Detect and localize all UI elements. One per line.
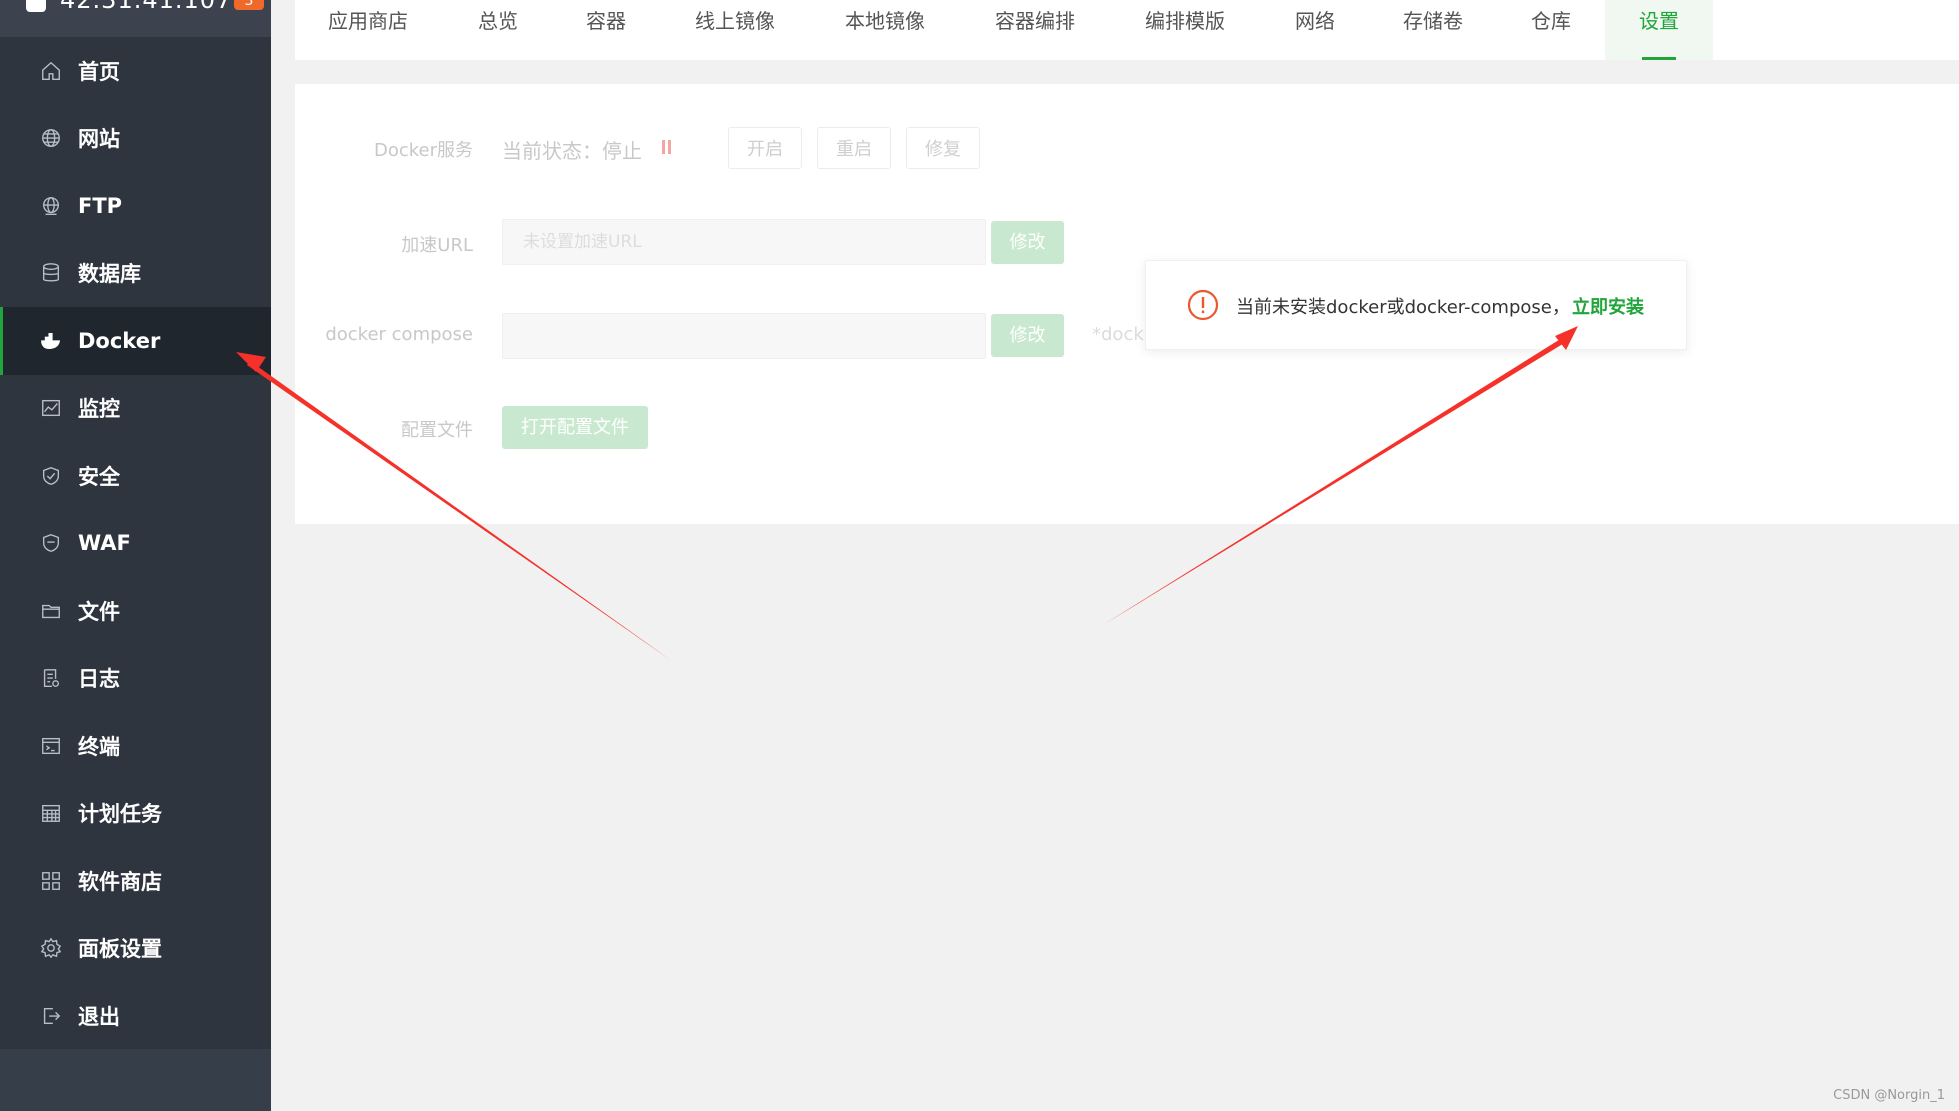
sidebar-item-label: 终端 <box>78 734 120 759</box>
sidebar-header: 42.31.41.107 3 <box>0 0 271 37</box>
home-icon <box>40 60 62 82</box>
sidebar-item-database[interactable]: 数据库 <box>0 240 271 308</box>
accel-url-input[interactable]: 未设置加速URL <box>502 219 986 265</box>
calendar-icon <box>40 802 62 824</box>
docker-compose-modify-button[interactable]: 修改 <box>991 314 1064 357</box>
docker-compose-input[interactable] <box>502 313 986 359</box>
docker-compose-label: docker compose <box>325 324 473 345</box>
sidebar-item-home[interactable]: 首页 <box>0 37 271 105</box>
monitor-icon <box>40 397 62 419</box>
docker-service-label: Docker服务 <box>373 140 473 161</box>
log-icon <box>40 667 62 689</box>
install-now-link[interactable]: 立即安装 <box>1572 293 1644 319</box>
docker-settings-panel: Docker服务 当前状态：停止 开启 重启 修复 加速URL 未设置加速URL… <box>295 84 1959 524</box>
tab-networks[interactable]: 网络 <box>1295 0 1335 60</box>
logout-icon <box>40 1005 62 1027</box>
sidebar-item-label: 面板设置 <box>78 937 162 962</box>
tab-online-images[interactable]: 线上镜像 <box>695 0 775 60</box>
sidebar-item-label: 首页 <box>78 59 120 84</box>
panel-logo-icon <box>26 0 46 12</box>
tab-overview[interactable]: 总览 <box>478 0 518 60</box>
restart-button[interactable]: 重启 <box>817 127 891 169</box>
notification-badge[interactable]: 3 <box>234 0 264 10</box>
repair-button[interactable]: 修复 <box>906 127 980 169</box>
accel-url-label: 加速URL <box>401 235 473 256</box>
sidebar-item-label: 软件商店 <box>78 869 162 894</box>
sidebar-item-label: 安全 <box>78 464 120 489</box>
open-config-file-button[interactable]: 打开配置文件 <box>502 406 648 449</box>
sidebar-item-label: 网站 <box>78 127 120 152</box>
pause-icon <box>662 140 672 154</box>
sidebar: 42.31.41.107 3 首页 网站 FTP 数据库 Docker 监控 安… <box>0 0 271 1111</box>
tab-registries[interactable]: 仓库 <box>1531 0 1571 60</box>
sidebar-item-label: 数据库 <box>78 262 141 287</box>
tab-compose-templates[interactable]: 编排模版 <box>1145 0 1225 60</box>
sidebar-item-panel-settings[interactable]: 面板设置 <box>0 915 271 983</box>
tab-local-images[interactable]: 本地镜像 <box>845 0 925 60</box>
shield-icon <box>40 465 62 487</box>
tab-volumes[interactable]: 存储卷 <box>1403 0 1463 60</box>
sidebar-item-label: WAF <box>78 531 131 556</box>
warning-icon <box>1187 289 1219 321</box>
sidebar-item-label: FTP <box>78 193 123 218</box>
docker-tab-bar: 应用商店 总览 容器 线上镜像 本地镜像 容器编排 编排模版 网络 存储卷 仓库… <box>295 0 1959 60</box>
sidebar-item-monitor[interactable]: 监控 <box>0 375 271 443</box>
sidebar-item-label: 文件 <box>78 599 120 624</box>
server-ip: 42.31.41.107 <box>60 0 233 14</box>
sidebar-item-logout[interactable]: 退出 <box>0 982 271 1050</box>
csdn-watermark: CSDN @Norgin_1 <box>1833 1088 1945 1103</box>
sidebar-item-security[interactable]: 安全 <box>0 442 271 510</box>
sidebar-item-terminal[interactable]: 终端 <box>0 712 271 780</box>
tab-app-store[interactable]: 应用商店 <box>328 0 408 60</box>
sidebar-item-app-store[interactable]: 软件商店 <box>0 847 271 915</box>
accel-url-modify-button[interactable]: 修改 <box>991 221 1064 264</box>
sidebar-item-label: 日志 <box>78 667 120 692</box>
sidebar-item-logs[interactable]: 日志 <box>0 645 271 713</box>
docker-compose-hint: *dock <box>1092 324 1144 345</box>
sidebar-item-files[interactable]: 文件 <box>0 577 271 645</box>
gear-icon <box>40 937 62 959</box>
sidebar-item-label: 计划任务 <box>78 802 162 827</box>
config-file-label: 配置文件 <box>401 420 473 441</box>
sidebar-nav: 首页 网站 FTP 数据库 Docker 监控 安全 WAF 文件 日志 终端 … <box>0 37 271 1049</box>
tab-settings[interactable]: 设置 <box>1605 0 1713 60</box>
folder-icon <box>40 600 62 622</box>
sidebar-item-cron[interactable]: 计划任务 <box>0 780 271 848</box>
sidebar-item-ftp[interactable]: FTP <box>0 172 271 240</box>
ftp-globe-icon <box>40 195 62 217</box>
database-icon <box>40 262 62 284</box>
tab-containers[interactable]: 容器 <box>586 0 626 60</box>
docker-not-installed-popup: 当前未安装docker或docker-compose， 立即安装 <box>1145 260 1687 350</box>
sidebar-item-label: 退出 <box>78 1004 120 1029</box>
globe-icon <box>40 127 62 149</box>
terminal-icon <box>40 735 62 757</box>
apps-grid-icon <box>40 870 62 892</box>
docker-icon <box>40 330 62 352</box>
tab-compose[interactable]: 容器编排 <box>995 0 1075 60</box>
sidebar-item-docker[interactable]: Docker <box>0 307 271 375</box>
sidebar-item-waf[interactable]: WAF <box>0 510 271 578</box>
waf-shield-icon <box>40 532 62 554</box>
popup-message: 当前未安装docker或docker-compose， <box>1236 297 1570 318</box>
sidebar-item-label: Docker <box>78 328 161 353</box>
sidebar-item-website[interactable]: 网站 <box>0 105 271 173</box>
docker-status-text: 当前状态：停止 <box>502 139 642 163</box>
sidebar-item-label: 监控 <box>78 397 120 422</box>
start-button[interactable]: 开启 <box>728 127 802 169</box>
